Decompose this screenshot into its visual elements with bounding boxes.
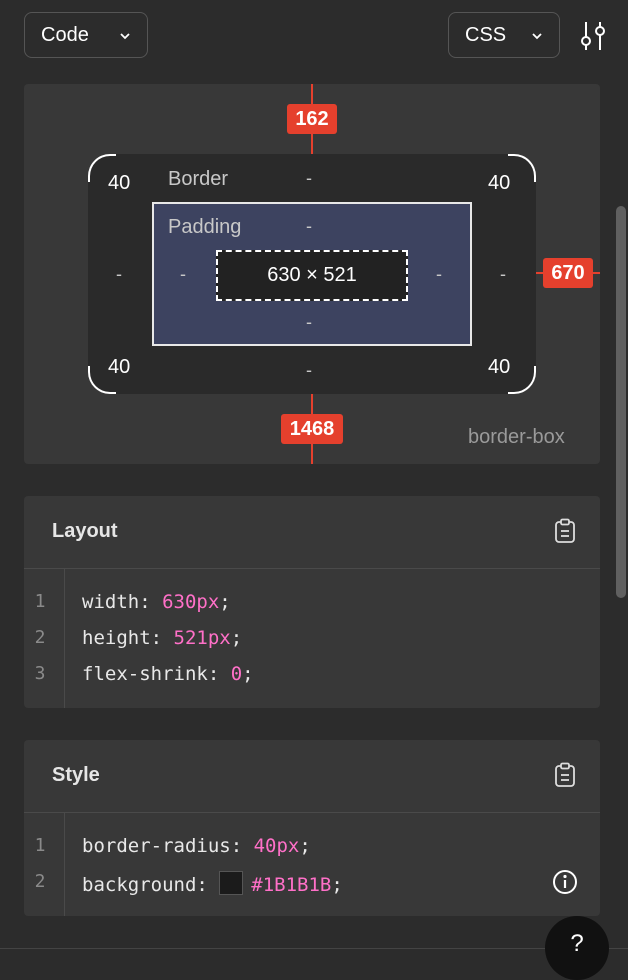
content-size: 630 × 521 [216,250,408,301]
radius-bottom-right[interactable]: 40 [488,356,510,379]
line-number: 3 [34,663,46,684]
color-swatch[interactable] [219,871,244,895]
padding-bottom-value[interactable]: - [306,312,312,333]
sliders-icon[interactable] [578,20,608,52]
mode-dropdown[interactable]: Code [24,12,148,58]
line-number: 2 [34,627,46,648]
bottom-offset-badge[interactable]: 1468 [281,414,343,444]
border-right-value[interactable]: - [500,264,506,285]
padding-right-value[interactable]: - [436,264,442,285]
help-button[interactable]: ? [545,916,609,980]
code-end: ; [230,627,243,649]
layout-section-header: Layout [24,496,600,569]
code-value: 630px [162,591,220,613]
line-gutter [24,813,65,916]
border-left-value[interactable]: - [116,264,122,285]
clipboard-icon[interactable] [554,518,576,544]
code-line[interactable]: width: 630px; [82,591,231,613]
code-line[interactable]: background: #1B1B1B; [82,871,343,896]
style-section-header: Style [24,740,600,813]
bottom-divider [0,948,628,949]
code-line[interactable]: height: 521px; [82,627,242,649]
code-value: #1B1B1B [251,874,332,896]
border-label: Border [168,168,229,190]
line-number: 1 [34,835,46,856]
code-line[interactable]: flex-shrink: 0; [82,663,254,685]
style-section-title: Style [52,764,100,786]
layout-section: Layout 1 width: 630px; 2 height: 521px; … [24,496,600,708]
code-value: 521px [173,627,231,649]
code-end: ; [299,835,311,857]
language-label: CSS [465,23,507,46]
border-top-value[interactable]: - [306,168,312,189]
code-property: background: [82,874,220,896]
code-property: width: [82,591,163,613]
layout-section-title: Layout [52,520,118,542]
code-end: ; [331,874,343,896]
top-offset-badge[interactable]: 162 [287,104,337,134]
layout-code-block: 1 width: 630px; 2 height: 521px; 3 flex-… [24,569,600,708]
border-bottom-value[interactable]: - [306,360,312,381]
radius-bottom-left[interactable]: 40 [108,356,130,379]
code-property: border-radius: [82,835,254,857]
chevron-down-icon [532,33,542,40]
code-value: 0 [230,663,243,685]
radius-top-right[interactable]: 40 [488,172,510,195]
line-number: 1 [34,591,46,612]
clipboard-icon[interactable] [554,762,576,788]
line-number: 2 [34,871,46,892]
padding-label: Padding [168,216,242,238]
padding-top-value[interactable]: - [306,216,312,237]
radius-top-left[interactable]: 40 [108,172,130,195]
scrollbar-thumb[interactable] [616,206,626,598]
code-end: ; [242,663,254,685]
language-dropdown[interactable]: CSS [448,12,560,58]
info-icon[interactable] [552,869,578,895]
style-code-block: 1 border-radius: 40px; 2 background: #1B… [24,813,600,916]
code-property: height: [82,627,174,649]
right-offset-badge[interactable]: 670 [543,258,593,288]
mode-label: Code [41,23,89,46]
code-value: 40px [253,835,300,857]
style-section: Style 1 border-radius: 40px; 2 backgroun… [24,740,600,916]
chevron-down-icon [120,33,130,40]
box-sizing-label: border-box [468,426,565,448]
code-end: ; [219,591,231,613]
code-line[interactable]: border-radius: 40px; [82,835,311,857]
code-property: flex-shrink: [82,663,231,685]
padding-left-value[interactable]: - [180,264,186,285]
